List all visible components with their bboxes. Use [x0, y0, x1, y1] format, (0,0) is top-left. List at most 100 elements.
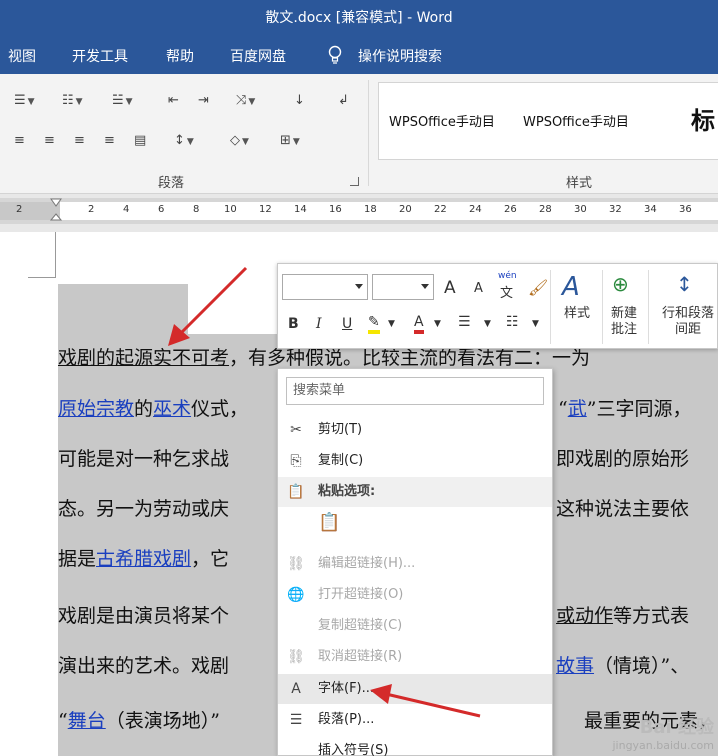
doc-text: 仪式，	[191, 398, 249, 420]
remove-link-icon: ⛓	[287, 649, 305, 665]
paragraph-group-label: 段落	[158, 176, 185, 191]
menu-item-paste-text-only[interactable]: 📋	[278, 508, 552, 544]
italic-button[interactable]: I	[316, 316, 322, 332]
increase-indent-icon[interactable]: ⇥	[198, 92, 209, 110]
line-spacing-icon[interactable]: ↕	[676, 272, 693, 296]
bullets-icon[interactable]: ☰ ▼	[14, 92, 35, 110]
menu-item-open-hyperlink[interactable]: 🌐 打开超链接(O)	[278, 580, 552, 610]
chevron-down-icon[interactable]: ▼	[484, 319, 491, 329]
ruler[interactable]: 2 2 4 6 8 10 12 14 16 18 20 22 24 26 28 …	[0, 198, 718, 224]
shading-icon[interactable]: ◇ ▼	[230, 132, 249, 150]
menu-item-copy-hyperlink[interactable]: 复制超链接(C)	[278, 611, 552, 641]
decrease-indent-icon[interactable]: ⇤	[168, 92, 179, 110]
phonetic-guide-button[interactable]: wén	[498, 271, 517, 281]
ribbon-separator	[368, 80, 369, 186]
toolbar-separator	[550, 270, 551, 344]
font-name-combo[interactable]	[282, 274, 368, 300]
asian-layout-icon[interactable]: ⤨ ▼	[236, 92, 255, 110]
ruler-tick: 24	[469, 204, 482, 215]
doc-hyperlink[interactable]: 古希腊戏剧	[96, 548, 191, 570]
distributed-icon[interactable]: ▤	[134, 132, 146, 150]
font-size-combo[interactable]	[372, 274, 434, 300]
doc-text: 据是	[58, 548, 97, 570]
doc-text: 态。另一为劳动或庆	[58, 498, 230, 520]
ruler-tick: 10	[224, 204, 237, 215]
phonetic-guide-char[interactable]: 文	[500, 282, 513, 301]
menu-item-edit-hyperlink[interactable]: ⛓ 编辑超链接(H)...	[278, 549, 552, 579]
justify-icon[interactable]: ≡	[104, 132, 115, 150]
tab-view[interactable]: 视图	[8, 46, 36, 66]
line-spacing-label[interactable]: 行和段落间距	[658, 306, 718, 338]
font-color-icon[interactable]: A	[414, 314, 424, 334]
styles-group-label: 样式	[566, 176, 593, 191]
grow-font-button[interactable]: A	[444, 278, 456, 298]
doc-text: 演出来的艺术。戏剧	[58, 655, 230, 677]
menu-item-remove-hyperlink[interactable]: ⛓ 取消超链接(R)	[278, 642, 552, 672]
tell-me-search[interactable]: 操作说明搜索	[358, 46, 442, 66]
line-spacing-icon[interactable]: ↕ ▼	[174, 132, 194, 150]
search-menu-input[interactable]: 搜索菜单	[286, 377, 544, 405]
borders-icon[interactable]: ⊞ ▼	[280, 132, 300, 150]
style-item[interactable]: WPSOffice手动目	[523, 111, 629, 130]
doc-hyperlink[interactable]: 故事	[556, 655, 594, 677]
watermark-url: jingyan.baidu.com	[612, 739, 714, 752]
underline-button[interactable]: U	[342, 316, 352, 332]
ruler-tick: 12	[259, 204, 272, 215]
toolbar-separator	[648, 270, 649, 344]
paste-text-only-icon[interactable]: 📋	[318, 514, 340, 532]
bullets-icon[interactable]: ☰	[458, 314, 471, 330]
align-right-icon[interactable]: ≡	[74, 132, 85, 150]
doc-text: （表演场地）”	[105, 710, 220, 732]
doc-line-right: 这种说法主要依	[556, 495, 689, 523]
doc-hyperlink[interactable]: 原始宗教	[58, 398, 134, 420]
menu-item-cut[interactable]: ✂ 剪切(T)	[278, 415, 552, 445]
new-comment-icon[interactable]: ⊕	[612, 272, 629, 296]
chevron-down-icon[interactable]: ▼	[434, 319, 441, 329]
numbering-icon[interactable]: ☷ ▼	[62, 92, 83, 110]
title-bar: 散文.docx [兼容模式] - Word	[0, 0, 718, 38]
indent-marker-icon[interactable]	[50, 198, 62, 224]
toolbar-separator	[602, 270, 603, 344]
copy-icon: ⎘	[290, 453, 302, 469]
annotation-arrow-icon	[370, 684, 481, 718]
mini-toolbar: A A wén 文 🖌 B I U ✎ ▼ A ▼ ☰ ▼ ☷ ▼ A 样式 ⊕…	[277, 263, 718, 349]
style-heading[interactable]: 标	[691, 101, 715, 136]
multilevel-list-icon[interactable]: ☱ ▼	[112, 92, 133, 110]
doc-text: “	[558, 398, 568, 420]
bold-button[interactable]: B	[288, 316, 299, 332]
menu-bar: 视图 开发工具 帮助 百度网盘 操作说明搜索	[0, 38, 718, 74]
paragraph-icon: ☰	[289, 712, 303, 728]
highlight-color-icon[interactable]: ✎	[368, 314, 380, 334]
align-left-icon[interactable]: ≡	[14, 132, 25, 150]
doc-hyperlink[interactable]: 舞台	[68, 710, 106, 732]
styles-label[interactable]: 样式	[560, 306, 594, 322]
show-marks-icon[interactable]: ↲	[338, 92, 349, 110]
chevron-down-icon[interactable]: ▼	[388, 319, 395, 329]
tab-developer[interactable]: 开发工具	[72, 46, 128, 66]
doc-text: 这种说法主要依	[556, 498, 690, 520]
doc-line-right: 即戏剧的原始形	[556, 445, 689, 473]
menu-item-insert-symbol[interactable]: 插入符号(S)	[278, 736, 552, 756]
shrink-font-button[interactable]: A	[474, 281, 483, 296]
ruler-tick: 6	[158, 204, 165, 215]
style-item[interactable]: WPSOffice手动目	[389, 111, 495, 130]
doc-hyperlink[interactable]: 巫术	[153, 398, 191, 420]
tab-baidu-netdisk[interactable]: 百度网盘	[230, 46, 286, 66]
open-link-icon: 🌐	[287, 587, 305, 603]
doc-text: “	[58, 710, 68, 732]
chevron-down-icon[interactable]: ▼	[532, 319, 539, 329]
paragraph-dialog-launcher-icon[interactable]	[350, 177, 359, 186]
ruler-tick: 34	[644, 204, 657, 215]
align-center-icon[interactable]: ≡	[44, 132, 55, 150]
format-painter-icon[interactable]: 🖌	[528, 278, 548, 297]
sort-icon[interactable]: ↓	[294, 92, 305, 110]
doc-line-right: “武”三字同源，	[558, 395, 691, 423]
numbering-icon[interactable]: ☷	[506, 314, 519, 330]
lightbulb-icon[interactable]	[328, 45, 342, 65]
ruler-tick: 16	[329, 204, 342, 215]
menu-item-copy[interactable]: ⎘ 复制(C)	[278, 446, 552, 476]
new-comment-label[interactable]: 新建批注	[606, 306, 642, 338]
styles-icon[interactable]: A	[562, 272, 580, 302]
tab-help[interactable]: 帮助	[166, 46, 194, 66]
doc-hyperlink[interactable]: 武	[568, 398, 587, 420]
